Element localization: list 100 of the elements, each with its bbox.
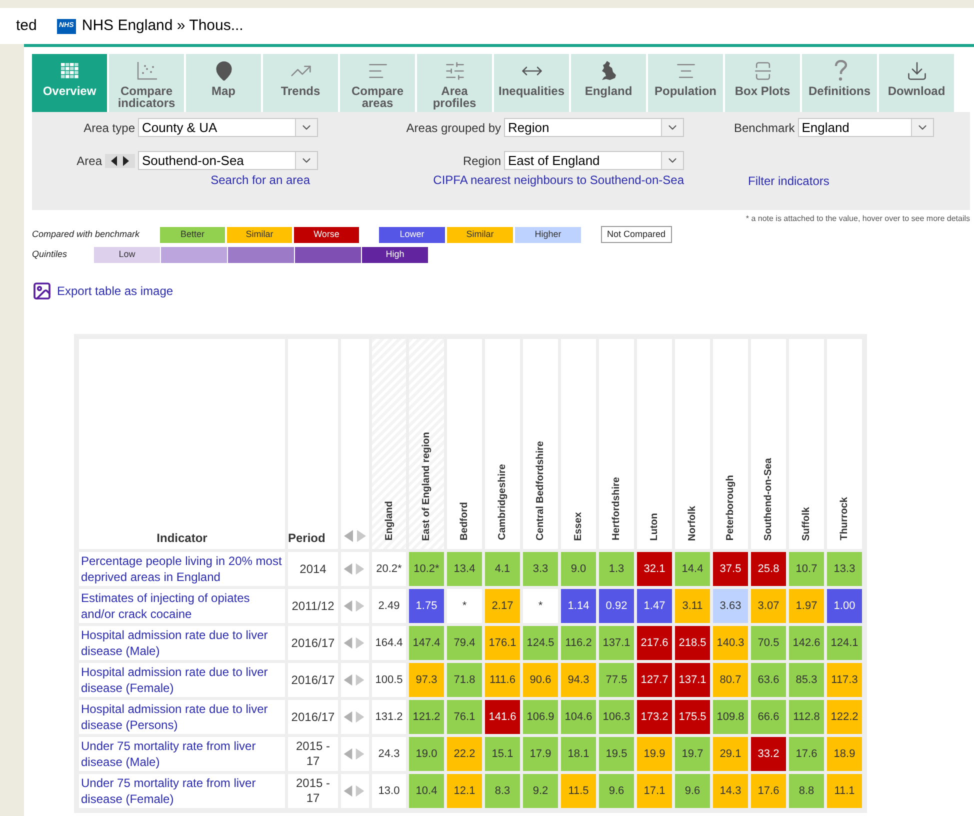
period-cell: 2016/17 [288, 626, 338, 660]
nav-tab[interactable]: Area profiles [417, 54, 492, 112]
filter-indicators-link[interactable]: Filter indicators [748, 172, 970, 190]
value-cell: 25.8 [751, 552, 786, 586]
dropdown[interactable]: County & UA [138, 118, 318, 137]
value-cell: 9.0 [561, 552, 596, 586]
field-label: Benchmark [734, 120, 795, 136]
chevron-icon [661, 119, 683, 136]
value-cell: 11.1 [827, 774, 862, 808]
nav-tab[interactable]: Compare indicators [109, 54, 184, 112]
prev-next-arrows-icon[interactable] [341, 636, 367, 650]
indicator-link[interactable]: Under 75 mortality rate from liver disease (Female) [79, 774, 285, 808]
value-cell: 33.2 [751, 737, 786, 771]
value-cell: 85.3 [789, 663, 824, 697]
period-cell: 2015 - 17 [288, 774, 338, 808]
indicator-link[interactable]: Estimates of injecting of opiates and/or crack cocaine [79, 589, 285, 623]
prev-next-arrows-icon[interactable] [341, 710, 367, 724]
browser-tab-title[interactable]: ted [16, 14, 37, 38]
cipfa-neighbours-link[interactable]: CIPFA nearest neighbours to Southend-on-Sea [433, 171, 684, 189]
prev-next-arrows-icon[interactable] [341, 599, 367, 613]
dropdown[interactable]: East of England [504, 151, 684, 170]
dropdown[interactable]: England [798, 118, 934, 137]
value-cell: 10.4 [409, 774, 444, 808]
indicator-link[interactable]: Hospital admission rate due to liver disease (Persons) [79, 700, 285, 734]
search-area-link[interactable]: Search for an area [210, 171, 310, 189]
nav-tab[interactable]: Compare areas [340, 54, 415, 112]
value-cell: 4.1 [485, 552, 520, 586]
column-header: Hertfordshire [599, 339, 634, 549]
benchmark-cell: 2.49 [372, 589, 406, 623]
column-header: Period [288, 339, 338, 549]
prev-next-arrows-icon[interactable] [341, 784, 367, 798]
value-cell: 1.75 [409, 589, 444, 623]
nav-tab[interactable]: Inequalities [494, 54, 569, 112]
column-header: Indicator [79, 339, 285, 549]
value-cell: 104.6 [561, 700, 596, 734]
indicator-link[interactable]: Percentage people living in 20% most deprived areas in England [79, 552, 285, 586]
value-cell: 124.5 [523, 626, 558, 660]
column-header: Suffolk [789, 339, 824, 549]
nav-tab[interactable]: England [571, 54, 646, 112]
value-cell: * [523, 589, 558, 623]
value-cell: * [447, 589, 482, 623]
nav-tab[interactable]: Box Plots [725, 54, 800, 112]
value-cell: 3.07 [751, 589, 786, 623]
value-cell: 2.17 [485, 589, 520, 623]
prev-next-arrows-icon[interactable] [341, 673, 367, 687]
value-cell: 12.1 [447, 774, 482, 808]
value-cell: 10.7 [789, 552, 824, 586]
benchmark-cell: 100.5 [372, 663, 406, 697]
field-label: Areas grouped by [406, 120, 501, 136]
scatter-plot-icon [136, 61, 158, 81]
field-label: Area type [84, 120, 135, 136]
value-cell: 109.8 [713, 700, 748, 734]
column-header: Cambridgeshire [485, 339, 520, 549]
nav-tab[interactable]: Map [186, 54, 261, 112]
dropdown[interactable]: Southend-on-Sea [138, 151, 318, 170]
value-cell: 17.9 [523, 737, 558, 771]
sliders-icon [444, 60, 466, 82]
indicator-link[interactable]: Hospital admission rate due to liver disease (Female) [79, 663, 285, 697]
benchmark-cell: 24.3 [372, 737, 406, 771]
column-header: Luton [637, 339, 672, 549]
benchmark-cell: 164.4 [372, 626, 406, 660]
value-cell: 137.1 [675, 663, 710, 697]
question-mark-icon [832, 60, 846, 82]
value-cell: 218.5 [675, 626, 710, 660]
legend-swatch: Lower [379, 226, 445, 242]
indicator-link[interactable]: Hospital admission rate due to liver disease (Male) [79, 626, 285, 660]
area-step-arrows-icon[interactable] [105, 154, 135, 168]
indicator-link[interactable]: Under 75 mortality rate from liver disease (Male) [79, 737, 285, 771]
value-cell: 18.9 [827, 737, 862, 771]
value-cell: 176.1 [485, 626, 520, 660]
value-cell: 127.7 [637, 663, 672, 697]
export-link[interactable]: Export table as image [57, 282, 174, 300]
value-cell: 147.4 [409, 626, 444, 660]
value-cell: 175.5 [675, 700, 710, 734]
value-cell: 19.9 [637, 737, 672, 771]
legend-swatch: Better [160, 226, 225, 242]
column-header: East of England region [409, 339, 444, 549]
column-header: Peterborough [713, 339, 748, 549]
chevron-icon [295, 119, 317, 136]
value-cell: 1.00 [827, 589, 862, 623]
field-label: Area [76, 152, 102, 170]
prev-next-arrows-icon[interactable] [341, 747, 367, 761]
value-cell: 9.6 [599, 774, 634, 808]
value-cell: 63.6 [751, 663, 786, 697]
legend-swatch: Low [94, 247, 160, 263]
nav-tab[interactable]: Definitions [802, 54, 877, 112]
value-cell: 0.92 [599, 589, 634, 623]
nav-tab[interactable]: Download [879, 54, 954, 112]
nav-tab[interactable]: Population [648, 54, 723, 112]
value-cell: 137.1 [599, 626, 634, 660]
value-cell: 11.5 [561, 774, 596, 808]
value-cell: 66.6 [751, 700, 786, 734]
value-cell: 19.5 [599, 737, 634, 771]
not-compared-swatch: Not Compared [601, 226, 672, 243]
value-cell: 106.3 [599, 700, 634, 734]
value-cell: 18.1 [561, 737, 596, 771]
value-cell: 8.3 [485, 774, 520, 808]
nav-tab[interactable]: Trends [263, 54, 338, 112]
dropdown[interactable]: Region [504, 118, 684, 137]
prev-next-arrows-icon[interactable] [341, 562, 367, 576]
